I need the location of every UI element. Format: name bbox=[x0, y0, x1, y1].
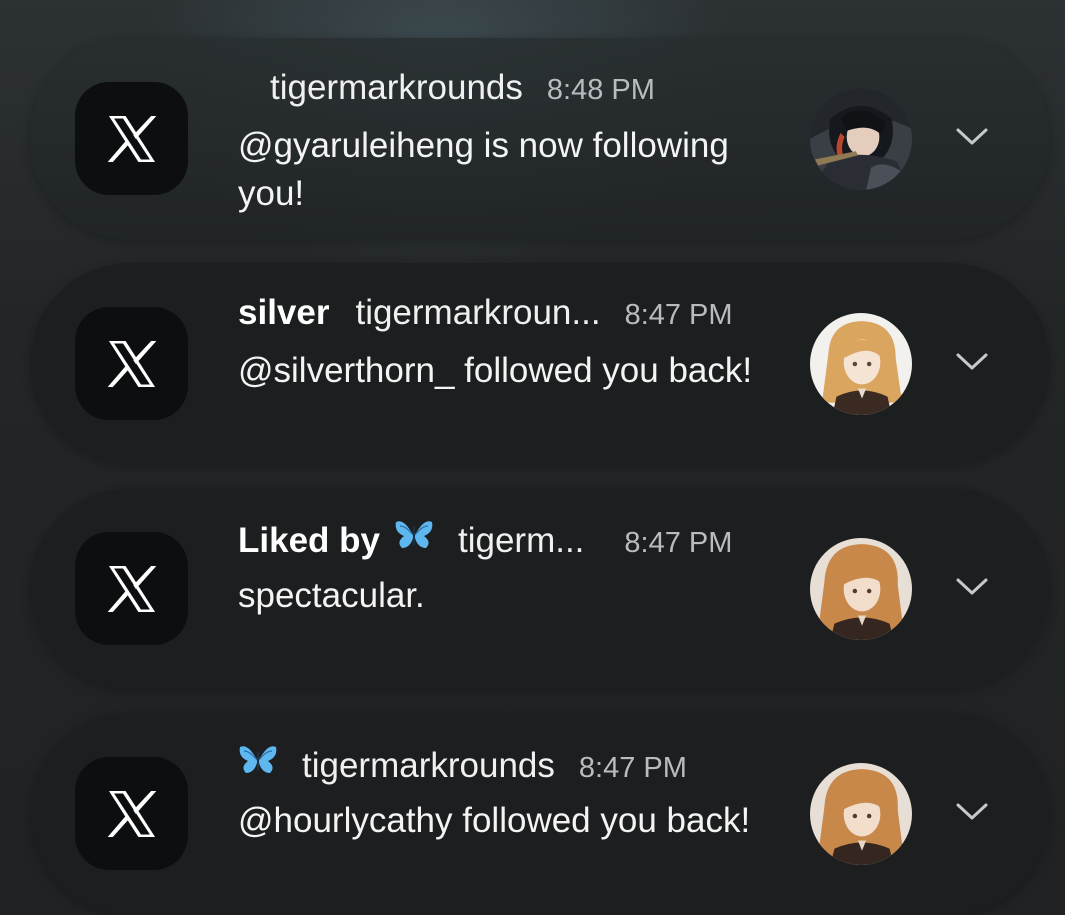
avatar bbox=[810, 763, 912, 865]
butterfly-icon bbox=[238, 743, 278, 777]
notification-header: tigermarkrounds 8:47 PM bbox=[238, 743, 798, 791]
x-app-icon bbox=[75, 82, 188, 195]
chevron-down-icon bbox=[956, 353, 988, 370]
expand-button[interactable] bbox=[955, 120, 989, 154]
sender-name: tigerm... bbox=[457, 521, 585, 560]
x-logo-icon bbox=[107, 115, 156, 162]
chevron-down-icon bbox=[956, 578, 988, 595]
timestamp: 8:47 PM bbox=[624, 527, 733, 559]
notification-content: silver tigermarkroun... 8:47 PM @silvert… bbox=[238, 293, 798, 395]
expand-button[interactable] bbox=[955, 570, 989, 604]
x-logo-icon bbox=[107, 790, 156, 837]
chevron-down-icon bbox=[956, 803, 988, 820]
notification-message: @hourlycathy followed you back! bbox=[238, 801, 751, 840]
expand-button[interactable] bbox=[955, 795, 989, 829]
notification-content: tigermarkrounds 8:47 PM @hourlycathy fol… bbox=[238, 743, 798, 845]
x-logo-icon bbox=[107, 565, 156, 612]
avatar bbox=[810, 88, 912, 190]
x-app-icon bbox=[75, 307, 188, 420]
x-app-icon bbox=[75, 757, 188, 870]
sender-name: tigermarkrounds bbox=[270, 68, 523, 107]
notification-header: Liked by tigerm... 8:47 PM bbox=[238, 518, 798, 566]
avatar bbox=[810, 538, 912, 640]
x-app-icon bbox=[75, 532, 188, 645]
notification-header: tigermarkrounds 8:48 PM bbox=[238, 68, 798, 116]
timestamp: 8:47 PM bbox=[624, 299, 733, 331]
notification-card[interactable]: Liked by tigerm... 8:47 PM spectacular. bbox=[30, 488, 1050, 690]
notification-title: silver bbox=[238, 293, 330, 332]
avatar bbox=[810, 313, 912, 415]
x-logo-icon bbox=[107, 340, 156, 387]
timestamp: 8:47 PM bbox=[578, 752, 687, 784]
notification-message: @gyaruleiheng is now following you! bbox=[238, 126, 729, 213]
notification-message: @silverthorn_ followed you back! bbox=[238, 351, 753, 390]
timestamp: 8:48 PM bbox=[546, 74, 655, 106]
notification-content: tigermarkrounds 8:48 PM @gyaruleiheng is… bbox=[238, 68, 798, 218]
butterfly-icon bbox=[394, 518, 434, 552]
notification-message: spectacular. bbox=[238, 576, 425, 615]
notification-card[interactable]: tigermarkrounds 8:48 PM @gyaruleiheng is… bbox=[30, 38, 1050, 240]
notification-card[interactable]: tigermarkrounds 8:47 PM @hourlycathy fol… bbox=[30, 713, 1050, 915]
notification-content: Liked by tigerm... 8:47 PM spectacular. bbox=[238, 518, 798, 620]
chevron-down-icon bbox=[956, 128, 988, 145]
notification-card[interactable]: silver tigermarkroun... 8:47 PM @silvert… bbox=[30, 263, 1050, 465]
notification-header: silver tigermarkroun... 8:47 PM bbox=[238, 293, 798, 341]
notification-title: Liked by bbox=[238, 521, 380, 560]
sender-name: tigermarkrounds bbox=[302, 746, 555, 785]
sender-name: tigermarkroun... bbox=[355, 293, 601, 332]
expand-button[interactable] bbox=[955, 345, 989, 379]
